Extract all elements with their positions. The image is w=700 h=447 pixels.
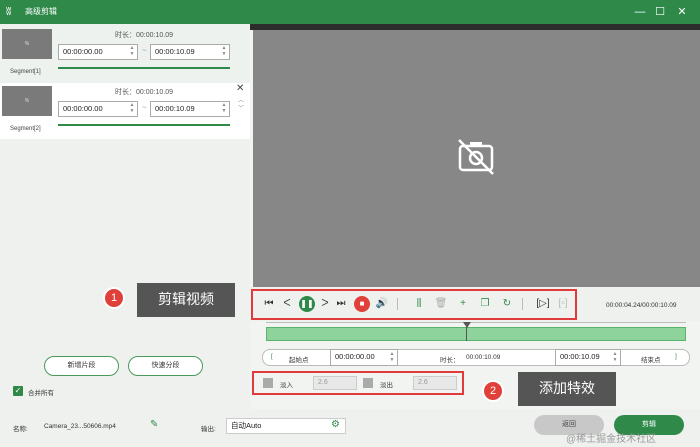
fade-out-label: 淡出 xyxy=(380,382,393,389)
delete-icon[interactable]: 🗑 xyxy=(434,297,448,311)
stop-icon[interactable]: ■ xyxy=(354,296,370,312)
copy-icon[interactable]: ❐ xyxy=(478,297,492,311)
go-to-start-icon[interactable]: ⏮ xyxy=(262,297,276,311)
title-bar: ʬ 高级剪辑 — ☐ ✕ xyxy=(0,0,700,24)
end-time-input[interactable]: 00:00:10.09 xyxy=(150,44,230,60)
callout-label: 添加特效 xyxy=(518,372,616,406)
trim-duration-value: 00:00:10.09 xyxy=(466,354,501,361)
fade-out-input[interactable]: 2.6 xyxy=(413,376,457,390)
quick-split-button[interactable]: 快速分段 xyxy=(128,356,203,376)
segment-thumbnail: % xyxy=(2,29,52,59)
callout-label: 剪辑视频 xyxy=(137,283,235,317)
gear-icon[interactable]: ⚙ xyxy=(331,419,340,430)
time-display: 00:00:04.24/00:00:10.09 xyxy=(606,302,677,309)
duration-label: 时长： xyxy=(115,89,136,96)
start-point-label[interactable]: 起始点 xyxy=(289,354,309,364)
end-point-label[interactable]: 结束点 xyxy=(641,354,661,364)
watermark: @稀土掘金技术社区 xyxy=(566,434,657,445)
end-time-stepper[interactable]: ▲ ▼ xyxy=(220,45,228,57)
set-end-marker-icon[interactable]: [▫] xyxy=(556,297,570,311)
pause-icon[interactable]: ❚❚ xyxy=(299,296,315,312)
callout-number: 1 xyxy=(103,287,125,309)
go-to-end-icon[interactable]: ⏭ xyxy=(334,297,348,311)
split-icon[interactable]: ⫼ xyxy=(412,297,426,311)
fade-in-checkbox[interactable] xyxy=(263,378,273,388)
app-logo-icon: ʬ xyxy=(6,6,12,18)
segment-thumbnail: % xyxy=(2,86,52,116)
output-select[interactable]: 自动Auto xyxy=(226,418,346,434)
start-time-stepper[interactable]: ▲ ▼ xyxy=(128,45,136,57)
file-name: Camera_23...50606.mp4 xyxy=(44,423,116,430)
trim-start-stepper[interactable]: ▲ ▼ xyxy=(388,351,396,363)
start-time-input[interactable]: 00:00:00.00 xyxy=(58,101,138,117)
output-label: 输出: xyxy=(201,426,216,433)
segment-item[interactable]: % Segment[1] 时长：00:00:10.09 00:00:00.00 … xyxy=(0,26,250,82)
close-button[interactable]: ✕ xyxy=(674,4,690,20)
minimize-button[interactable]: — xyxy=(632,4,648,20)
end-time-stepper[interactable]: ▲ ▼ xyxy=(220,102,228,114)
range-separator: ~ xyxy=(142,103,147,112)
volume-icon[interactable]: 🔊 xyxy=(375,297,389,311)
next-frame-icon[interactable]: ᐳ xyxy=(318,297,332,311)
window-title: 高级剪辑 xyxy=(25,7,57,16)
segment-item[interactable]: % Segment[2] 时长：00:00:10.09 00:00:00.00 … xyxy=(0,83,250,139)
segment-progress xyxy=(58,67,230,69)
merge-all-checkbox[interactable]: ✓ xyxy=(13,386,23,396)
merge-all-label: 合并所有 xyxy=(28,390,54,397)
start-time-stepper[interactable]: ▲ ▼ xyxy=(128,102,136,114)
new-segment-button[interactable]: 新增片段 xyxy=(44,356,119,376)
reset-icon[interactable]: ↻ xyxy=(500,297,514,311)
end-time-input[interactable]: 00:00:10.09 xyxy=(150,101,230,117)
trim-end-stepper[interactable]: ▲ ▼ xyxy=(611,351,619,363)
duration-label: 时长： xyxy=(115,32,136,39)
previous-frame-icon[interactable]: ᐸ xyxy=(280,297,294,311)
edit-name-icon[interactable]: ✎ xyxy=(150,419,158,430)
maximize-button[interactable]: ☐ xyxy=(652,4,668,20)
segment-label: Segment[1] xyxy=(10,69,41,75)
callout-number: 2 xyxy=(482,380,504,402)
fade-in-label: 淡入 xyxy=(280,382,293,389)
delete-segment-icon[interactable]: ✕ xyxy=(236,83,244,94)
start-time-input[interactable]: 00:00:00.00 xyxy=(58,44,138,60)
duration-value: 00:00:10.09 xyxy=(136,89,173,96)
add-icon[interactable]: + xyxy=(456,297,470,311)
playhead-marker[interactable] xyxy=(463,322,471,328)
bracket-right: ] xyxy=(675,353,677,360)
playhead-line xyxy=(466,327,467,341)
fade-out-checkbox[interactable] xyxy=(363,378,373,388)
reorder-segment-icon[interactable]: ︿ ﹀ xyxy=(237,97,245,113)
timeline-range[interactable] xyxy=(266,327,686,341)
segment-progress xyxy=(58,124,230,126)
camera-off-icon xyxy=(458,139,494,175)
range-separator: ~ xyxy=(142,46,147,55)
fade-in-input[interactable]: 2.6 xyxy=(313,376,357,390)
segment-label: Segment[2] xyxy=(10,126,41,132)
duration-value: 00:00:10.09 xyxy=(136,32,173,39)
toolbar-divider xyxy=(522,298,523,310)
toolbar-divider xyxy=(397,298,398,310)
name-label: 名称: xyxy=(13,426,28,433)
set-start-marker-icon[interactable]: [▷] xyxy=(536,297,550,311)
timeline-track xyxy=(266,322,686,323)
bracket-left: [ xyxy=(271,353,273,360)
trim-duration-label: 时长： xyxy=(440,357,460,364)
